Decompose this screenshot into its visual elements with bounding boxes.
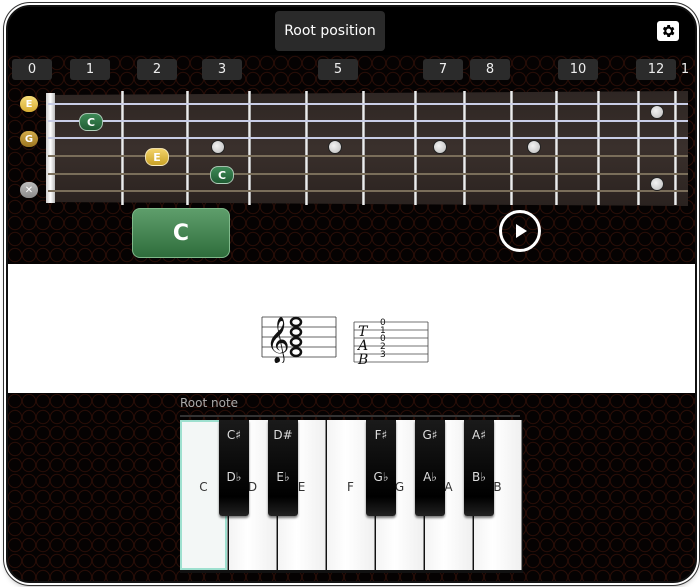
inversion-position-button[interactable]: Root position: [275, 11, 385, 51]
guitar-string-3: [48, 137, 688, 139]
settings-button[interactable]: [657, 21, 679, 41]
guitar-string-2: [48, 120, 688, 122]
open-string-marker-g[interactable]: G: [20, 131, 38, 147]
guitar-nut: [46, 93, 55, 203]
open-string-marker-e[interactable]: E: [20, 96, 38, 112]
fret-inlay-dot: [211, 140, 225, 154]
fret-number-3: 3: [202, 59, 242, 80]
fret-number-2: 2: [137, 59, 177, 80]
play-button[interactable]: [499, 210, 541, 252]
chord-name-button[interactable]: C: [132, 208, 230, 258]
fret-wire: [362, 91, 365, 205]
key-label-sharp: C♯: [226, 428, 242, 442]
fret-wire: [248, 91, 251, 205]
tab-letter-b: B: [357, 352, 368, 366]
key-label-flat: D♭: [226, 470, 242, 484]
staff-notation: 𝄞: [261, 316, 337, 363]
fretted-note-c-string2[interactable]: C: [79, 113, 103, 131]
piano-key-g-sharp[interactable]: G♯ A♭: [415, 420, 445, 516]
root-note-label: Root note: [180, 396, 239, 410]
fret-wire: [510, 91, 513, 205]
svg-text:𝄞: 𝄞: [266, 317, 290, 363]
fret-wire: [121, 91, 124, 205]
fret-wire: [597, 91, 600, 205]
fret-number-12: 12: [636, 59, 676, 80]
key-label-sharp: F♯: [374, 428, 388, 442]
fret-wire: [637, 91, 640, 205]
fret-number-10: 10: [558, 59, 598, 80]
guitar-string-6: [48, 190, 688, 192]
key-label-sharp: G♯: [422, 428, 438, 442]
key-label-flat: G♭: [373, 470, 389, 484]
guitar-string-1: [48, 103, 688, 105]
app-window: Root position 0 1 2 3 5 7 8 10 12 1 E G …: [6, 5, 697, 583]
muted-string-marker[interactable]: ✕: [20, 182, 38, 198]
fret-number-13-partial: 1: [680, 62, 690, 77]
fret-inlay-dot: [328, 140, 342, 154]
fret-wire: [186, 91, 189, 205]
fret-inlay-dot: [650, 177, 664, 191]
fret-wire: [463, 91, 466, 205]
fretted-note-e-string4[interactable]: E: [145, 148, 169, 166]
guitar-string-4: [48, 155, 688, 157]
key-label-sharp: A♯: [471, 428, 486, 442]
piano-key-d-sharp[interactable]: D# E♭: [268, 420, 298, 516]
fret-number-0: 0: [12, 59, 52, 80]
fretboard[interactable]: [46, 91, 688, 206]
piano-key-a-sharp[interactable]: A♯ B♭: [464, 420, 494, 516]
fret-number-8: 8: [470, 59, 510, 80]
fret-inlay-dot: [433, 140, 447, 154]
key-label-flat: E♭: [276, 470, 290, 484]
piano-key-c-sharp[interactable]: C♯ D♭: [219, 420, 249, 516]
fret-wire: [414, 91, 417, 205]
piano-key-f-sharp[interactable]: F♯ G♭: [366, 420, 396, 516]
fret-number-5: 5: [318, 59, 358, 80]
fretted-note-c-string5[interactable]: C: [210, 166, 234, 184]
fret-wire: [674, 91, 677, 205]
divider: [180, 415, 520, 417]
fret-wire: [555, 91, 558, 205]
fret-inlay-dot: [650, 105, 664, 119]
fret-number-7: 7: [423, 59, 463, 80]
fret-wire: [305, 91, 308, 205]
fret-number-1: 1: [70, 59, 110, 80]
key-label-sharp: D#: [273, 428, 293, 442]
guitar-string-5: [48, 173, 688, 175]
piano-keyboard: C D E F G A B C♯ D♭ D# E♭ F♯ G♭ G♯ A♭ A♯…: [180, 420, 523, 573]
tab-number: 3: [380, 350, 386, 360]
notation-panel: 𝄞 T A B 0 1 0 2 3: [8, 264, 695, 393]
gear-icon: [662, 25, 675, 37]
tablature: T A B 0 1 0 2 3: [353, 318, 429, 366]
fret-inlay-dot: [527, 140, 541, 154]
key-label-flat: B♭: [472, 470, 486, 484]
key-label-flat: A♭: [423, 470, 437, 484]
